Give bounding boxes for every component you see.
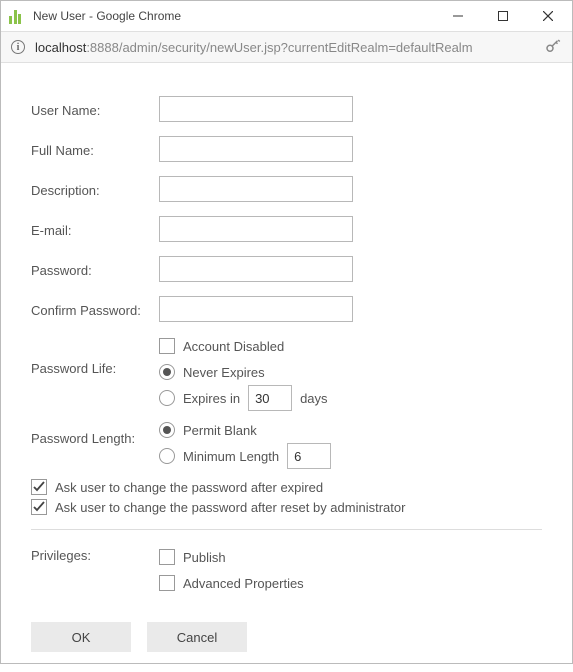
advanced-properties-label: Advanced Properties	[183, 576, 304, 591]
label-email: E-mail:	[31, 220, 159, 238]
ask-after-reset-checkbox[interactable]	[31, 499, 47, 515]
ask-after-expired-label: Ask user to change the password after ex…	[55, 480, 323, 495]
app-icon	[9, 8, 25, 24]
expires-in-suffix: days	[300, 391, 327, 406]
separator	[31, 529, 542, 530]
permit-blank-label: Permit Blank	[183, 423, 257, 438]
maximize-button[interactable]	[480, 2, 525, 30]
window-controls	[435, 2, 570, 30]
publish-label: Publish	[183, 550, 226, 565]
label-description: Description:	[31, 180, 159, 198]
url-host: localhost	[35, 40, 86, 55]
label-confirm-password: Confirm Password:	[31, 300, 159, 318]
never-expires-label: Never Expires	[183, 365, 265, 380]
expires-in-radio[interactable]	[159, 390, 175, 406]
expires-in-days-input[interactable]	[248, 385, 292, 411]
label-fullname: Full Name:	[31, 140, 159, 158]
ask-after-expired-checkbox[interactable]	[31, 479, 47, 495]
minimum-length-label: Minimum Length	[183, 449, 279, 464]
minimum-length-radio[interactable]	[159, 448, 175, 464]
password-key-icon[interactable]	[544, 37, 562, 58]
ok-button[interactable]: OK	[31, 622, 131, 652]
window-titlebar: New User - Google Chrome	[1, 1, 572, 31]
form-content: User Name: Full Name: Description: E-mai…	[1, 63, 572, 672]
url-path: :8888/admin/security/newUser.jsp?current…	[86, 40, 472, 55]
never-expires-radio[interactable]	[159, 364, 175, 380]
cancel-button[interactable]: Cancel	[147, 622, 247, 652]
expires-in-prefix: Expires in	[183, 391, 240, 406]
password-input[interactable]	[159, 256, 353, 282]
label-password-life: Password Life:	[31, 333, 159, 376]
button-bar: OK Cancel	[31, 622, 542, 652]
window-title: New User - Google Chrome	[33, 9, 435, 23]
minimum-length-input[interactable]	[287, 443, 331, 469]
close-button[interactable]	[525, 2, 570, 30]
username-input[interactable]	[159, 96, 353, 122]
ask-after-reset-label: Ask user to change the password after re…	[55, 500, 405, 515]
label-password-length: Password Length:	[31, 417, 159, 446]
minimize-button[interactable]	[435, 2, 480, 30]
advanced-properties-checkbox[interactable]	[159, 575, 175, 591]
account-disabled-label: Account Disabled	[183, 339, 284, 354]
permit-blank-radio[interactable]	[159, 422, 175, 438]
confirm-password-input[interactable]	[159, 296, 353, 322]
description-input[interactable]	[159, 176, 353, 202]
email-input[interactable]	[159, 216, 353, 242]
publish-checkbox[interactable]	[159, 549, 175, 565]
label-password: Password:	[31, 260, 159, 278]
label-username: User Name:	[31, 100, 159, 118]
address-bar[interactable]: i localhost:8888/admin/security/newUser.…	[1, 31, 572, 63]
site-info-icon[interactable]: i	[11, 40, 25, 54]
label-privileges: Privileges:	[31, 544, 159, 563]
account-disabled-checkbox[interactable]	[159, 338, 175, 354]
fullname-input[interactable]	[159, 136, 353, 162]
